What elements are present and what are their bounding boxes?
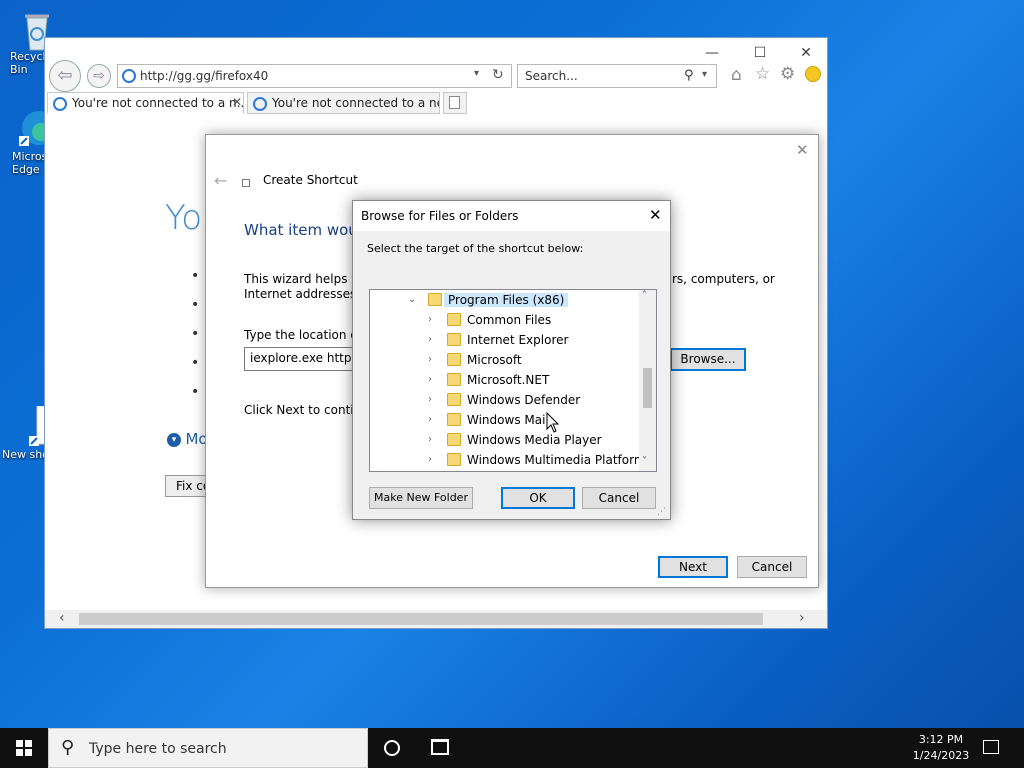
back-button[interactable]: ⇦	[49, 60, 81, 92]
home-icon[interactable]: ⌂	[731, 65, 742, 85]
taskbar-search-input[interactable]: Type here to search	[89, 741, 227, 757]
smiley-icon[interactable]	[805, 66, 821, 82]
desktop-icon-label: New shortcut	[2, 448, 44, 461]
browse-button[interactable]: Browse...	[670, 348, 746, 371]
chevron-right-icon[interactable]: ›	[428, 390, 440, 410]
make-new-folder-button[interactable]: Make New Folder	[369, 487, 473, 509]
folder-icon	[428, 293, 442, 306]
clock[interactable]: 3:12 PM 1/24/2023	[906, 732, 976, 764]
search-box[interactable]: Search... ⚲ ▾	[517, 64, 717, 88]
search-icon[interactable]: ⚲	[684, 68, 694, 83]
mouse-cursor-icon	[546, 411, 560, 437]
folder-icon	[447, 413, 461, 426]
chevron-down-icon[interactable]: ▾	[702, 69, 707, 80]
favorites-star-icon[interactable]: ☆	[755, 64, 770, 84]
chevron-right-icon[interactable]: ›	[428, 410, 440, 430]
wizard-heading: What item woul	[244, 221, 362, 239]
tab-2[interactable]: You're not connected to a net...	[247, 92, 440, 114]
next-button[interactable]: Next	[658, 556, 728, 578]
folder-icon	[447, 333, 461, 346]
chevron-right-icon[interactable]: ›	[428, 310, 440, 330]
chevron-down-icon[interactable]: ⌄	[408, 290, 420, 310]
continue-text: Click Next to continu	[244, 403, 369, 417]
search-icon: ⚲	[61, 737, 75, 758]
taskbar-search[interactable]: ⚲ Type here to search	[48, 728, 368, 768]
scroll-left-icon[interactable]: ‹	[59, 610, 65, 626]
minimize-button[interactable]: —	[697, 42, 727, 64]
desktop-icon-label: Microsoft Edge	[12, 150, 46, 176]
horizontal-scrollbar[interactable]: ‹ ›	[45, 610, 827, 628]
close-icon[interactable]: ✕	[649, 206, 662, 224]
wizard-description-tail: rs, computers, or	[672, 272, 775, 286]
dropdown-icon[interactable]: ▾	[474, 68, 479, 79]
expand-circle-icon: ▾	[167, 433, 181, 447]
gear-icon[interactable]: ⚙	[780, 64, 795, 84]
chevron-right-icon[interactable]: ›	[428, 430, 440, 450]
new-tab-icon	[449, 96, 460, 109]
tab-1[interactable]: You're not connected to a n... ✕	[47, 92, 244, 114]
ie-page-icon	[122, 69, 136, 83]
cancel-button[interactable]: Cancel	[737, 556, 807, 578]
bullet-list: • • • • •	[191, 268, 200, 400]
dialog-instruction: Select the target of the shortcut below:	[367, 242, 584, 255]
ie-tab-icon	[253, 97, 267, 111]
close-tab-icon[interactable]: ✕	[232, 95, 242, 109]
close-button[interactable]: ✕	[791, 42, 821, 64]
chevron-right-icon[interactable]: ›	[428, 350, 440, 370]
browse-dialog: Browse for Files or Folders ✕ Select the…	[352, 200, 671, 520]
taskbar: ⚲ Type here to search 3:12 PM 1/24/2023	[0, 728, 1024, 768]
close-icon[interactable]: ✕	[796, 141, 809, 159]
folder-icon	[447, 353, 461, 366]
back-arrow-icon[interactable]: ←	[214, 171, 227, 190]
folder-icon	[447, 453, 461, 466]
new-tab-button[interactable]	[443, 92, 467, 114]
folder-icon	[447, 373, 461, 386]
resize-grip-icon[interactable]: ⋰	[657, 507, 666, 517]
folder-tree[interactable]: ⌄ Program Files (x86) › Common Files › I…	[369, 289, 657, 472]
dialog-title: Browse for Files or Folders	[361, 209, 519, 223]
shortcut-icon	[242, 179, 250, 187]
dialog-titlebar: Browse for Files or Folders ✕	[353, 201, 670, 231]
chevron-right-icon[interactable]: ›	[428, 450, 440, 470]
ie-tab-icon	[53, 97, 67, 111]
page-heading: Yo	[165, 198, 203, 238]
scroll-thumb[interactable]	[643, 368, 652, 408]
tree-scrollbar[interactable]: ˄ ˅	[639, 290, 656, 471]
wizard-title: Create Shortcut	[263, 173, 358, 187]
chevron-right-icon[interactable]: ›	[428, 370, 440, 390]
fix-connection-button[interactable]: Fix co	[165, 475, 207, 497]
folder-icon	[447, 313, 461, 326]
windows-start-icon[interactable]	[16, 740, 32, 756]
scroll-right-icon[interactable]: ›	[799, 610, 805, 626]
refresh-icon[interactable]: ↻	[492, 67, 504, 83]
forward-button[interactable]: ⇨	[87, 64, 111, 88]
cortana-icon[interactable]	[384, 740, 400, 756]
clock-time: 3:12 PM	[918, 733, 964, 746]
more-info-link[interactable]: ▾ Mo	[167, 430, 208, 448]
cancel-button[interactable]: Cancel	[582, 487, 656, 509]
scroll-down-icon[interactable]: ˅	[642, 456, 647, 467]
search-input[interactable]: Search...	[525, 69, 578, 83]
location-input[interactable]: iexplore.exe http://	[244, 347, 356, 371]
tab-label: You're not connected to a n...	[72, 96, 244, 110]
ok-button[interactable]: OK	[501, 487, 575, 509]
scroll-up-icon[interactable]: ˄	[642, 290, 647, 301]
folder-icon	[447, 393, 461, 406]
folder-icon	[447, 433, 461, 446]
address-bar[interactable]: http://gg.gg/firefox40 ▾ ↻	[117, 64, 512, 88]
scroll-thumb[interactable]	[79, 613, 763, 625]
tab-label: You're not connected to a net...	[272, 96, 439, 110]
clock-date: 1/24/2023	[912, 749, 970, 762]
notification-icon[interactable]	[983, 740, 999, 754]
task-view-icon[interactable]	[431, 739, 449, 755]
maximize-button[interactable]: ☐	[745, 42, 775, 64]
chevron-right-icon[interactable]: ›	[428, 330, 440, 350]
address-text: http://gg.gg/firefox40	[140, 69, 269, 83]
